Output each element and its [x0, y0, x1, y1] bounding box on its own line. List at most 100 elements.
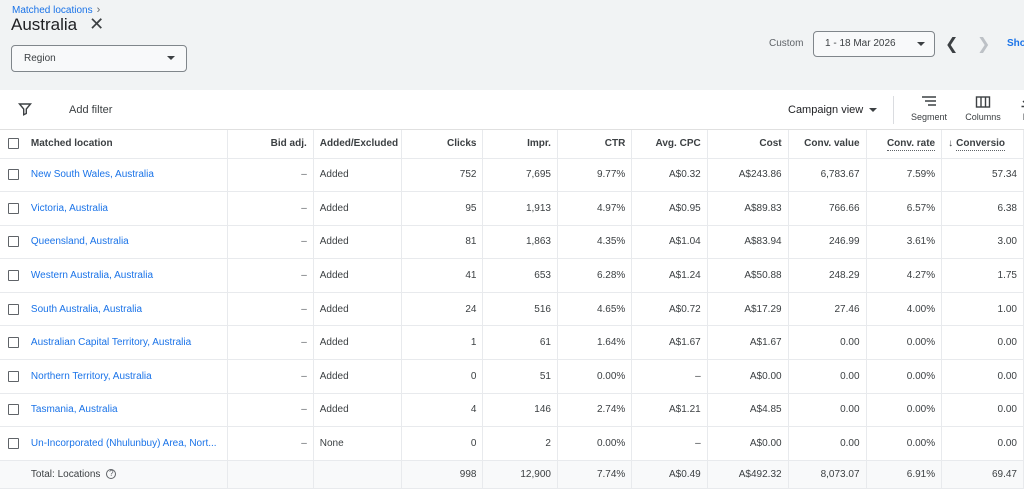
ctr-cell: 2.74% [557, 393, 633, 428]
location-link[interactable]: Western Australia, Australia [31, 270, 153, 281]
date-range-label: Custom [769, 38, 804, 49]
total-row: Total: Locations? 998 12,900 7.74% A$0.4… [0, 460, 1024, 489]
column-header-cost[interactable]: Cost [707, 130, 789, 159]
location-link[interactable]: Un-Incorporated (Nhulunbuy) Area, Nort..… [31, 438, 217, 449]
conv-value-cell: 6,783.67 [788, 158, 867, 193]
total-status-cell [313, 460, 402, 489]
row-checkbox[interactable] [0, 325, 27, 361]
column-header-bid-adj[interactable]: Bid adj. [227, 130, 314, 159]
location-link[interactable]: Victoria, Australia [31, 203, 108, 214]
conv-rate-cell: 4.00% [866, 292, 943, 327]
row-checkbox[interactable] [0, 158, 27, 193]
impr-cell: 146 [482, 393, 558, 428]
cost-cell: A$0.00 [707, 359, 789, 394]
download-button[interactable]: D [1016, 96, 1024, 122]
impr-cell: 51 [482, 359, 558, 394]
bid-adj-cell[interactable]: – [227, 292, 314, 327]
column-header-added-excluded[interactable]: Added/Excluded [313, 130, 402, 159]
conv-value-cell: 0.00 [788, 325, 867, 361]
row-checkbox[interactable] [0, 258, 27, 293]
conv-rate-cell: 0.00% [866, 393, 943, 428]
clicks-cell: 81 [401, 225, 484, 260]
add-filter-button[interactable]: Add filter [69, 104, 112, 116]
conv-value-cell: 27.46 [788, 292, 867, 327]
location-link[interactable]: Northern Territory, Australia [31, 371, 152, 382]
date-range-dropdown[interactable]: 1 - 18 Mar 2026 [813, 31, 935, 57]
checkbox-icon [7, 270, 19, 281]
conv-value-cell: 0.00 [788, 359, 867, 394]
column-header-conversions[interactable]: ↓ Conversio [941, 130, 1024, 159]
column-header-avg-cpc[interactable]: Avg. CPC [631, 130, 708, 159]
column-header-conv-value[interactable]: Conv. value [788, 130, 867, 159]
location-link[interactable]: Queensland, Australia [31, 236, 129, 247]
segment-button[interactable]: Segment [909, 96, 949, 122]
conv-rate-cell: 0.00% [866, 426, 943, 461]
avg-cpc-cell: A$1.04 [631, 225, 708, 260]
region-dropdown-value: Region [24, 53, 56, 64]
bid-adj-cell[interactable]: – [227, 225, 314, 260]
bid-adj-cell[interactable]: – [227, 393, 314, 428]
row-checkbox[interactable] [0, 225, 27, 260]
status-cell: Added [313, 225, 402, 260]
row-checkbox[interactable] [0, 393, 27, 428]
ctr-cell: 0.00% [557, 426, 633, 461]
table-panel: Add filter Campaign view Segment Columns… [0, 90, 1024, 490]
bid-adj-cell[interactable]: – [227, 191, 314, 226]
conversions-cell: 0.00 [941, 393, 1024, 428]
table-toolbar: Add filter Campaign view Segment Columns… [0, 90, 1024, 130]
row-checkbox[interactable] [0, 359, 27, 394]
select-all-checkbox[interactable] [0, 130, 27, 159]
table-row: Tasmania, Australia – Added 4 146 2.74% … [0, 393, 1024, 428]
table-row: Western Australia, Australia – Added 41 … [0, 258, 1024, 293]
location-link[interactable]: Tasmania, Australia [31, 404, 118, 415]
row-checkbox[interactable] [0, 426, 27, 461]
filter-icon[interactable] [18, 102, 32, 116]
close-icon[interactable]: ✕ [89, 14, 104, 35]
total-cost: A$492.32 [707, 460, 789, 489]
column-header-conv-rate[interactable]: Conv. rate [866, 130, 943, 159]
row-checkbox[interactable] [0, 191, 27, 226]
bid-adj-cell[interactable]: – [227, 426, 314, 461]
status-cell: Added [313, 191, 402, 226]
ctr-cell: 9.77% [557, 158, 633, 193]
checkbox-icon [7, 169, 19, 181]
column-header-location[interactable]: Matched location [26, 130, 228, 159]
chevron-left-icon[interactable]: ❮ [945, 34, 958, 54]
conversions-cell: 3.00 [941, 225, 1024, 260]
location-link[interactable]: Australian Capital Territory, Australia [31, 337, 191, 348]
checkbox-icon [7, 437, 19, 449]
location-link[interactable]: New South Wales, Australia [31, 169, 154, 180]
caret-down-icon [917, 42, 925, 46]
caret-down-icon [167, 56, 175, 60]
bid-adj-cell[interactable]: – [227, 325, 314, 361]
conv-rate-cell: 7.59% [866, 158, 943, 193]
campaign-view-dropdown[interactable]: Campaign view [788, 104, 878, 116]
total-bid-cell [227, 460, 314, 489]
avg-cpc-cell: – [631, 426, 708, 461]
columns-button[interactable]: Columns [962, 96, 1004, 122]
conversions-cell: 0.00 [941, 325, 1024, 361]
segment-icon [922, 96, 936, 106]
chevron-right-icon[interactable]: ❯ [977, 34, 990, 54]
location-link[interactable]: South Australia, Australia [31, 304, 142, 315]
column-header-ctr[interactable]: CTR [557, 130, 633, 159]
location-cell: Western Australia, Australia [26, 258, 228, 293]
row-checkbox[interactable] [0, 292, 27, 327]
location-cell: Tasmania, Australia [26, 393, 228, 428]
status-cell: Added [313, 359, 402, 394]
total-spacer [0, 460, 27, 489]
show-link[interactable]: Sho [1007, 38, 1024, 49]
status-cell: Added [313, 258, 402, 293]
help-icon[interactable]: ? [106, 469, 117, 480]
bid-adj-cell[interactable]: – [227, 258, 314, 293]
location-cell: South Australia, Australia [26, 292, 228, 327]
status-cell: Added [313, 158, 402, 193]
bid-adj-cell[interactable]: – [227, 158, 314, 193]
location-cell: Un-Incorporated (Nhulunbuy) Area, Nort..… [26, 426, 228, 461]
total-conversions: 69.47 [941, 460, 1024, 489]
column-header-impr[interactable]: Impr. [482, 130, 558, 159]
bid-adj-cell[interactable]: – [227, 359, 314, 394]
column-header-clicks[interactable]: Clicks [401, 130, 484, 159]
region-dropdown[interactable]: Region [11, 45, 187, 72]
location-cell: Australian Capital Territory, Australia [26, 325, 228, 361]
